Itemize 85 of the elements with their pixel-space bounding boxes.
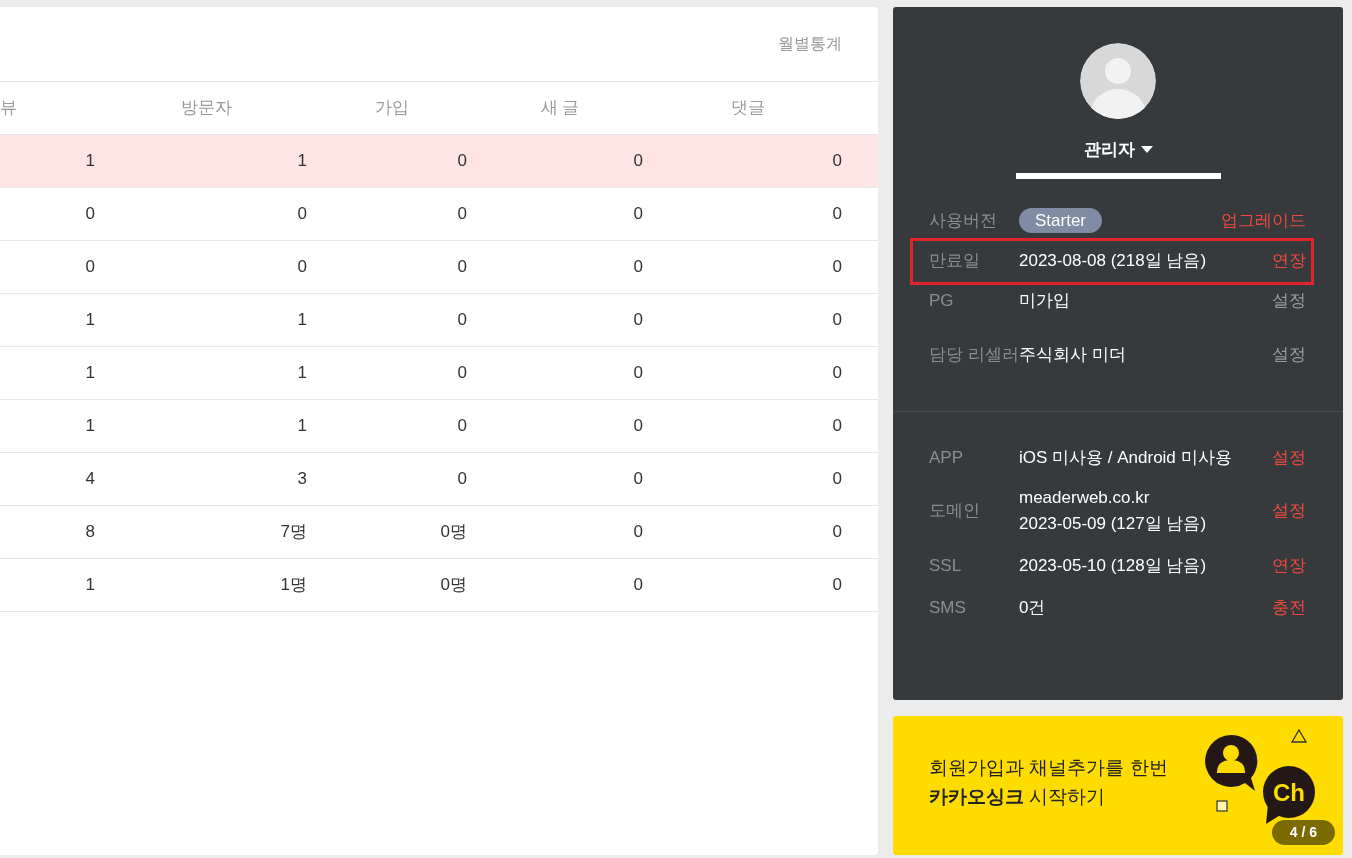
promo-text: 카카오싱크 시작하기 (929, 784, 1106, 809)
action-link[interactable]: 설정 (1272, 287, 1306, 314)
table-cell-text: 0명 (439, 521, 468, 544)
info-value: 2023-05-09 (127일 남음) (1019, 512, 1208, 535)
info-label: SMS (929, 596, 967, 619)
table-cell-text: 0 (632, 150, 644, 173)
action-link[interactable]: 연장 (1272, 552, 1306, 579)
info-value: 0건 (1019, 596, 1047, 619)
column-header: 뷰 (0, 97, 18, 120)
table-cell-text: 0 (831, 150, 843, 173)
table-cell-text: 3 (296, 468, 308, 491)
column-header: 댓글 (729, 97, 766, 120)
table-cell-text: 0 (632, 256, 644, 279)
table-cell-text: 0 (831, 415, 843, 438)
table-cell-text: 0 (632, 203, 644, 226)
table-cell-text: 1 (84, 574, 96, 597)
info-value: 미가입 (1019, 289, 1071, 312)
table-cell-text: 4 (84, 468, 96, 491)
column-header: 새 글 (539, 97, 581, 120)
monthly-stats-link[interactable]: 월별통계 (778, 32, 842, 56)
table-cell-text: 0 (456, 309, 468, 332)
plan-badge: Starter (1019, 207, 1103, 233)
table-cell-text: 0 (831, 362, 843, 385)
table-cell-text: 0 (831, 521, 843, 544)
table-cell-text: 1 (84, 362, 96, 385)
table-cell-text: 0 (831, 309, 843, 332)
caret-icon[interactable] (1140, 146, 1153, 154)
table-cell-text: 8 (84, 521, 96, 544)
table-cell-text: 1 (84, 415, 96, 438)
promo-text: 회원가입과 채널추가를 한번 (929, 756, 1168, 780)
table-cell-text: 0 (296, 256, 308, 279)
info-label: 도메인 (929, 499, 981, 522)
table-cell-text: 0 (456, 150, 468, 173)
info-value: 2023-05-10 (128일 남음) (1019, 554, 1208, 577)
action-link[interactable]: 업그레이드 (1221, 207, 1306, 234)
table-cell-text: 0 (456, 362, 468, 385)
table-cell-text: 0 (632, 415, 644, 438)
action-link[interactable]: 충전 (1272, 594, 1306, 621)
table-cell-text: 7명 (279, 521, 308, 544)
info-label: PG (929, 289, 955, 312)
info-value: 주식회사 미더 (1019, 343, 1127, 366)
table-cell-text: 0 (456, 203, 468, 226)
promo-banner[interactable]: 회원가입과 채널추가를 한번 카카오싱크 시작하기 Ch 4 / 6 (893, 716, 1343, 855)
action-link[interactable]: 설정 (1272, 341, 1306, 368)
action-link[interactable]: 설정 (1272, 497, 1306, 524)
table-cell-text: 0 (632, 574, 644, 597)
table-cell-text: 0 (831, 468, 843, 491)
table-cell-text: 1 (84, 309, 96, 332)
info-label: APP (929, 446, 965, 469)
info-label: 담당 리셀러 (929, 343, 1019, 366)
table-cell-text: 1 (296, 309, 308, 332)
info-value: 2023-08-08 (218일 남음) (1019, 249, 1208, 272)
table-cell-text: 1 (296, 362, 308, 385)
table-cell-text: 0 (831, 574, 843, 597)
info-label: SSL (929, 554, 963, 577)
table-cell-text: 1 (84, 150, 96, 173)
square-icon (1216, 800, 1228, 812)
table-cell-text: 0 (632, 309, 644, 332)
column-header: 방문자 (179, 97, 233, 120)
table-cell-text: 1명 (279, 574, 308, 597)
action-link[interactable]: 설정 (1272, 444, 1306, 471)
table-cell-text: 0 (831, 203, 843, 226)
table-cell-text: 0 (632, 362, 644, 385)
triangle-icon (1291, 729, 1307, 743)
avatar-icon (1080, 43, 1156, 119)
info-label: 사용버전 (929, 209, 998, 232)
table-cell-text: 0 (84, 256, 96, 279)
table-cell-text: 0 (456, 415, 468, 438)
page-counter: 4 / 6 (1271, 820, 1335, 845)
table-cell-text: 0 (456, 468, 468, 491)
table-cell-text: 0 (456, 256, 468, 279)
table-cell-text: 0 (632, 521, 644, 544)
action-link[interactable]: 연장 (1272, 247, 1306, 274)
table-cell-text: 0명 (439, 574, 468, 597)
column-header: 가입 (374, 97, 410, 120)
table-cell-text: 1 (296, 415, 308, 438)
user-name[interactable]: 관리자 (1083, 137, 1135, 163)
table-cell-text: 0 (831, 256, 843, 279)
table-cell-text: 0 (84, 203, 96, 226)
info-value: meaderweb.co.kr (1019, 487, 1151, 509)
info-value: iOS 미사용 / Android 미사용 (1019, 446, 1233, 469)
info-label: 만료일 (929, 249, 981, 272)
table-cell-text: 0 (632, 468, 644, 491)
table-cell-text: 1 (296, 150, 308, 173)
table-cell-text: 0 (296, 203, 308, 226)
